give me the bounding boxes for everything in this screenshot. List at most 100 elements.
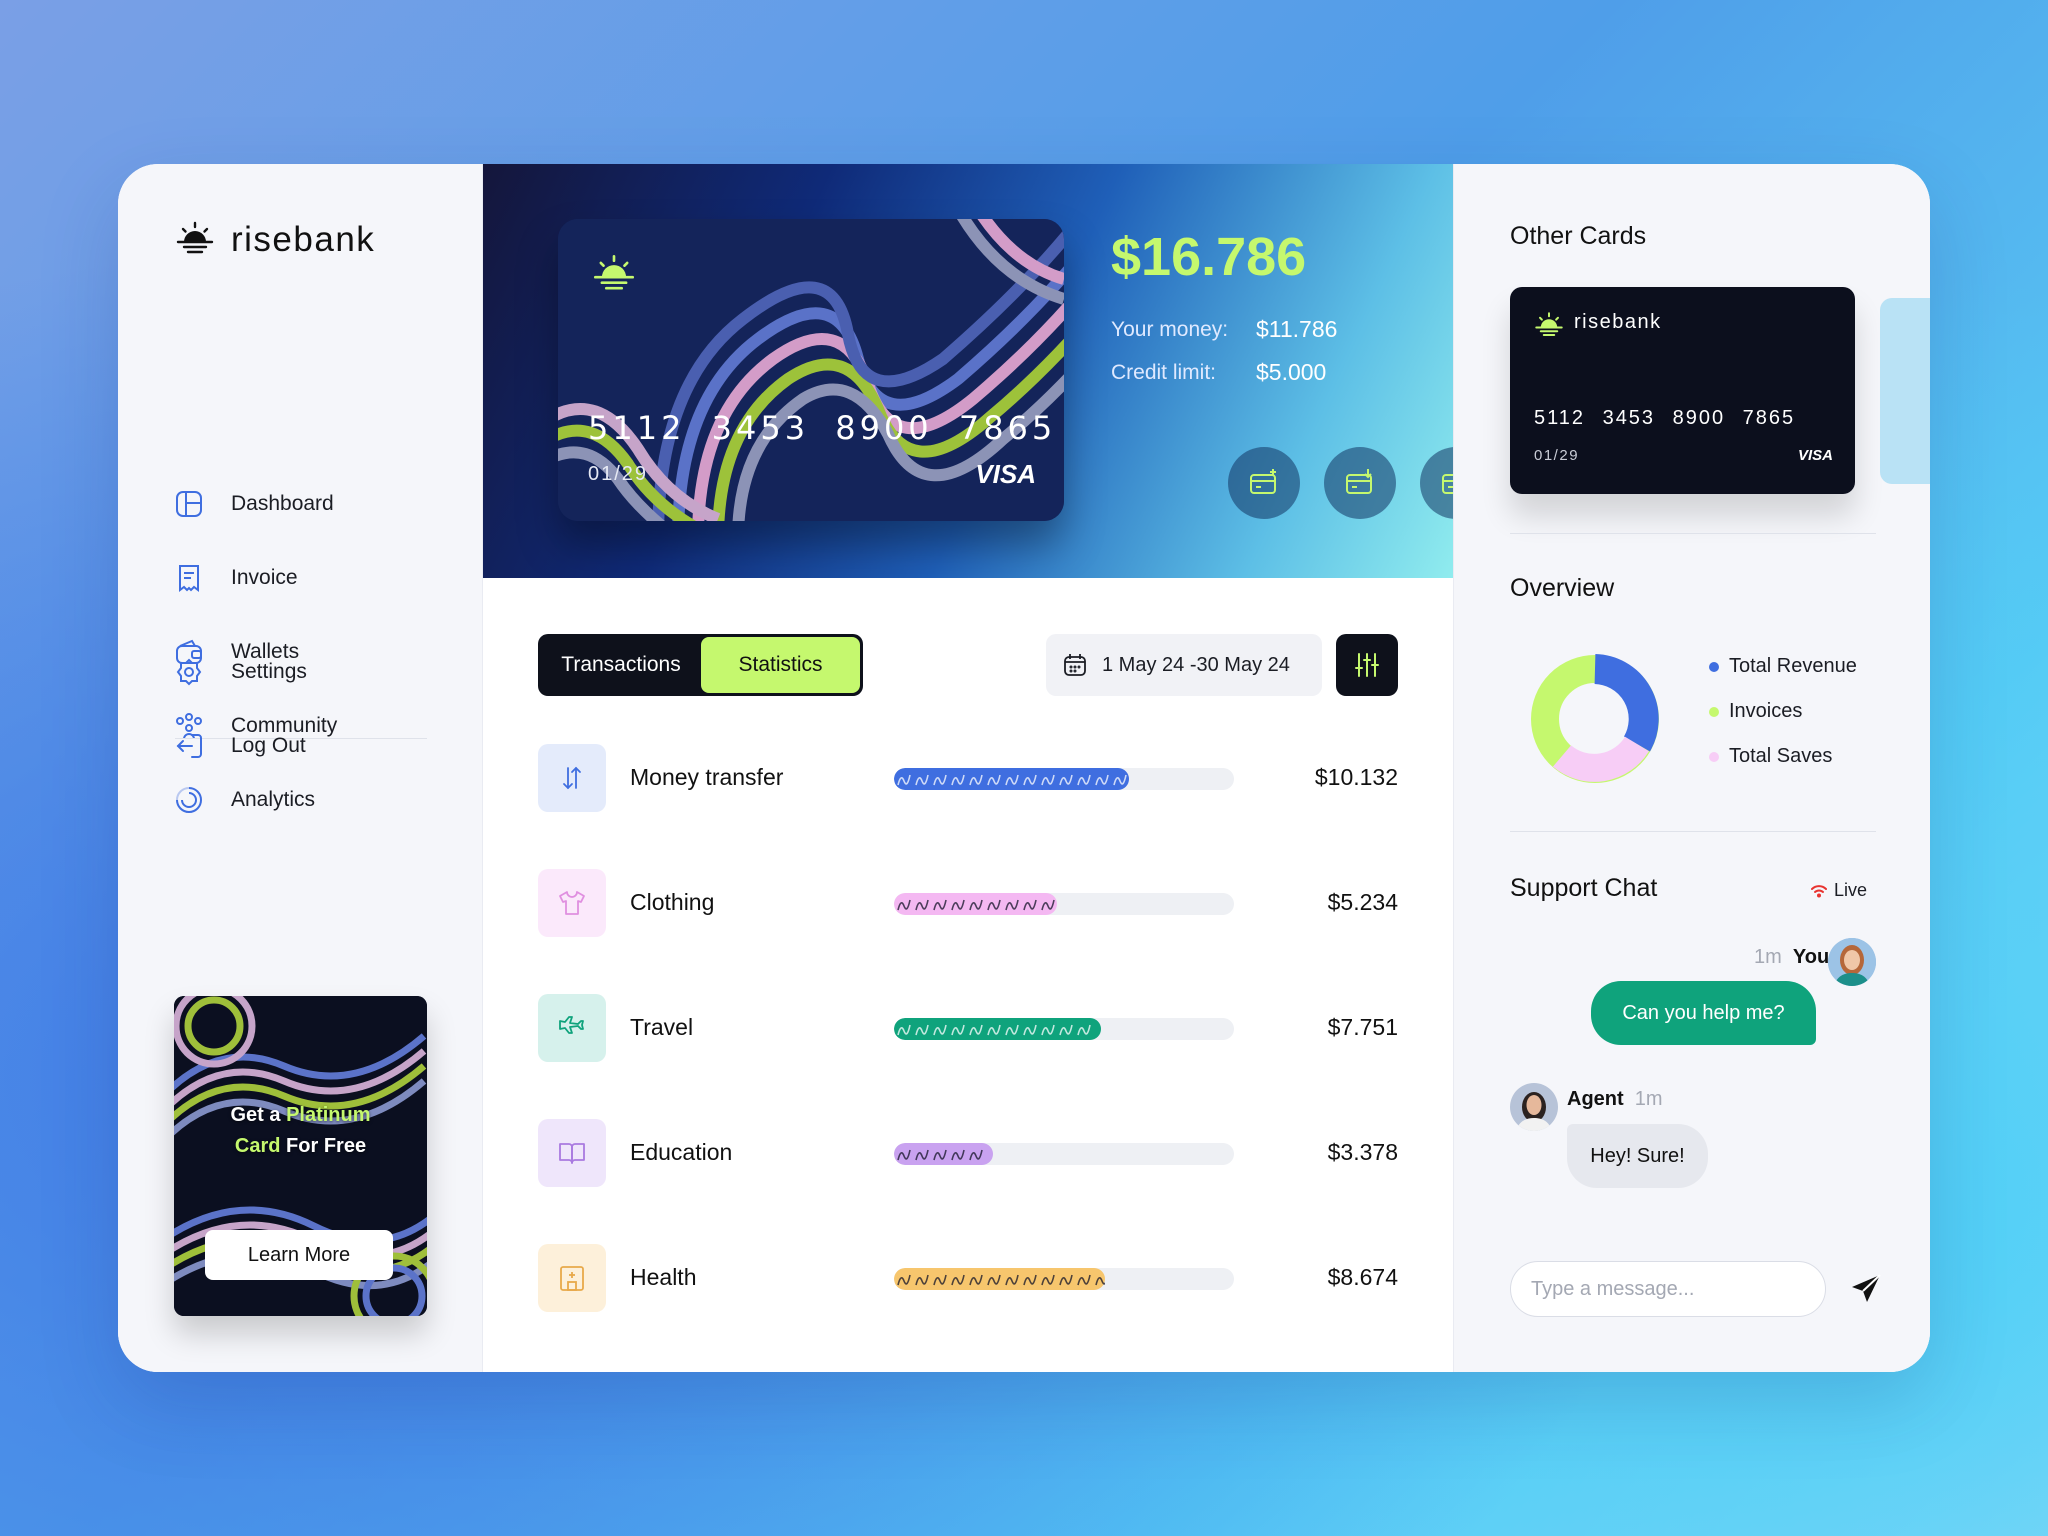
live-indicator: Live — [1810, 880, 1867, 901]
transaction-progress-fill — [894, 893, 1057, 915]
card-download-icon — [1346, 469, 1372, 494]
transaction-name: Clothing — [630, 889, 715, 915]
transactions-panel: Transactions Statistics 1 May 24 -30 May… — [483, 578, 1453, 1372]
donut-segment-total-revenue — [1593, 654, 1659, 752]
transaction-progress-track — [894, 1018, 1234, 1040]
promo-highlight: Platinum — [286, 1104, 371, 1126]
transaction-progress-fill — [894, 1018, 1101, 1040]
my-message-meta: 1m You — [1754, 946, 1829, 969]
sidebar-item-logout[interactable]: Log Out — [173, 726, 306, 766]
your-money-value: $11.786 — [1256, 316, 1338, 342]
view-tabs: Transactions Statistics — [538, 634, 863, 696]
progress-texture — [897, 899, 1055, 911]
hospital-icon — [560, 1266, 584, 1291]
user-avatar-icon — [1828, 938, 1876, 986]
legend-label: Invoices — [1729, 700, 1803, 722]
calendar-icon — [1064, 654, 1086, 676]
other-card-number: 5112 3453 8900 7865 — [1534, 407, 1796, 429]
card-add-icon — [1250, 469, 1276, 494]
transfer-icon — [563, 766, 581, 790]
dashboard-icon — [173, 488, 205, 520]
gear-icon — [173, 656, 205, 688]
transaction-name: Health — [630, 1264, 697, 1290]
wifi-icon — [1811, 884, 1827, 897]
download-card-button[interactable] — [1324, 447, 1396, 519]
brand[interactable]: risebank — [175, 220, 375, 260]
my-message-bubble: Can you help me? — [1591, 981, 1816, 1045]
transaction-row[interactable]: Money transfer $10.132 — [538, 744, 1398, 814]
sunrise-logo-icon — [593, 254, 635, 290]
transaction-icon-box — [538, 1119, 606, 1187]
shirt-icon — [559, 891, 585, 915]
total-balance: $16.786 — [1111, 227, 1307, 287]
overview-title: Overview — [1510, 574, 1615, 602]
next-card-peek[interactable] — [1880, 298, 1930, 484]
transaction-progress-track — [894, 768, 1234, 790]
filter-button[interactable] — [1336, 634, 1398, 696]
other-card-expiry: 01/29 — [1534, 447, 1580, 464]
legend-dot — [1709, 706, 1719, 717]
send-icon — [1852, 1274, 1881, 1302]
sidebar-item-invoice[interactable]: Invoice — [173, 558, 298, 598]
learn-more-button[interactable]: Learn More — [205, 1230, 393, 1280]
your-money-label: Your money: — [1111, 318, 1229, 341]
add-card-button[interactable] — [1228, 447, 1300, 519]
sunrise-logo-icon — [176, 221, 214, 254]
transaction-progress-fill — [894, 768, 1129, 790]
transaction-row[interactable]: Health $8.674 — [538, 1244, 1398, 1314]
other-card[interactable]: risebank 5112 3453 8900 7865 01/29 VISA — [1510, 287, 1855, 494]
legend-item-total-saves: Total Saves — [1709, 745, 1832, 768]
transaction-icon-box — [538, 744, 606, 812]
credit-limit-row: Credit limit: $5.000 — [1111, 359, 1326, 385]
transaction-icon-box — [538, 994, 606, 1062]
transaction-row[interactable]: Education $3.378 — [538, 1119, 1398, 1189]
donut-segment-total-saves — [1552, 736, 1649, 782]
sidebar-item-label: Dashboard — [231, 492, 334, 515]
panel-divider — [1510, 831, 1876, 832]
transaction-progress-track — [894, 1268, 1234, 1290]
credit-limit-label: Credit limit: — [1111, 361, 1217, 384]
transaction-row[interactable]: Clothing $5.234 — [538, 869, 1398, 939]
brand-name: risebank — [231, 220, 376, 259]
sidebar-item-settings[interactable]: Settings — [173, 652, 307, 692]
promo-headline: Get a Platinum Card For Free — [174, 1100, 427, 1162]
legend-label: Total Saves — [1729, 745, 1833, 767]
message-time: 1m — [1754, 946, 1782, 968]
transaction-progress-track — [894, 1143, 1234, 1165]
analytics-icon — [173, 784, 205, 816]
sunrise-logo-icon — [1535, 312, 1563, 336]
right-panel: Other Cards risebank 5112 3453 8900 7865… — [1453, 164, 1930, 1372]
promo-card: Get a Platinum Card For Free Learn More — [174, 996, 427, 1316]
card-number: 5112 3453 8900 7865 — [588, 409, 1057, 447]
agent-avatar-icon — [1510, 1083, 1558, 1131]
sidebar-item-analytics[interactable]: Analytics — [173, 780, 315, 820]
transaction-amount: $3.378 — [1327, 1139, 1398, 1165]
sidebar-item-dashboard[interactable]: Dashboard — [173, 484, 334, 524]
transaction-icon-box — [538, 1244, 606, 1312]
legend-label: Total Revenue — [1729, 655, 1857, 677]
transaction-row[interactable]: Travel $7.751 — [538, 994, 1398, 1064]
transaction-name: Money transfer — [630, 764, 784, 790]
promo-text-part: For Free — [280, 1135, 367, 1157]
tab-statistics[interactable]: Statistics — [701, 637, 860, 693]
tab-transactions[interactable]: Transactions — [541, 637, 701, 693]
support-chat-title: Support Chat — [1510, 874, 1658, 902]
legend-item-invoices: Invoices — [1709, 700, 1802, 723]
date-range-picker[interactable]: 1 May 24 -30 May 24 — [1046, 634, 1322, 696]
other-cards-title: Other Cards — [1510, 222, 1647, 250]
progress-texture — [897, 1274, 1105, 1286]
logout-icon — [173, 730, 205, 762]
promo-text-part: Get a — [230, 1104, 287, 1126]
transaction-amount: $8.674 — [1327, 1264, 1398, 1290]
legend-dot — [1709, 751, 1719, 762]
date-range-text: 1 May 24 -30 May 24 — [1102, 653, 1290, 676]
primary-credit-card[interactable]: 5112 3453 8900 7865 01/29 VISA — [558, 219, 1064, 521]
app-window: risebank Dashboard Invoice Wallets Commu… — [118, 164, 1930, 1372]
balance-hero: 5112 3453 8900 7865 01/29 VISA $16.786 Y… — [483, 164, 1492, 578]
chat-message-input[interactable] — [1510, 1261, 1826, 1317]
invoice-icon — [173, 562, 205, 594]
your-money-row: Your money: $11.786 — [1111, 316, 1337, 342]
transaction-amount: $10.132 — [1314, 764, 1398, 790]
transaction-progress-fill — [894, 1268, 1105, 1290]
send-button[interactable] — [1848, 1271, 1884, 1307]
